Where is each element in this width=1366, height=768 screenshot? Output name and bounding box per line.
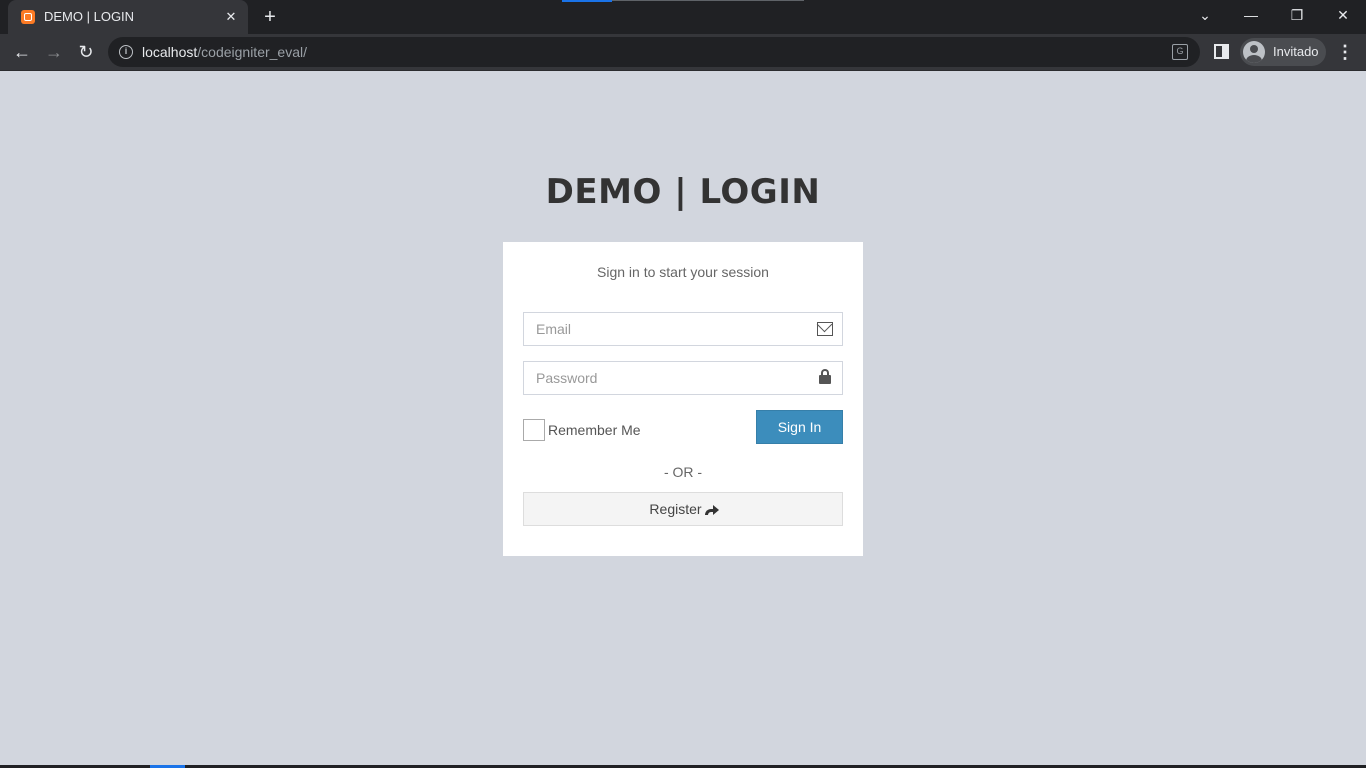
reload-icon[interactable]: ↻	[72, 38, 100, 66]
browser-menu-icon[interactable]: ⋮	[1336, 42, 1354, 62]
tab-search-button[interactable]: ⌄	[1182, 0, 1228, 30]
register-button[interactable]: Register	[523, 492, 843, 526]
browser-titlebar: DEMO | LOGIN ✕ + ⌄ — ❐ ✕	[0, 0, 1366, 34]
share-arrow-icon	[704, 504, 719, 515]
or-divider: - OR -	[663, 464, 703, 480]
address-bar[interactable]: i localhost/codeigniter_eval/ G	[108, 37, 1200, 67]
new-tab-button[interactable]: +	[258, 6, 282, 28]
xampp-favicon-icon	[21, 10, 35, 24]
email-input[interactable]	[524, 313, 842, 345]
page-title: DEMO | LOGIN	[545, 172, 821, 212]
profile-button[interactable]: Invitado	[1240, 38, 1326, 66]
browser-tab[interactable]: DEMO | LOGIN ✕	[8, 0, 248, 34]
tab-title: DEMO | LOGIN	[44, 9, 135, 24]
password-field	[523, 361, 843, 395]
minimize-button[interactable]: —	[1228, 0, 1274, 30]
register-label: Register	[649, 501, 702, 517]
tab-strip-divider	[612, 0, 804, 1]
forward-arrow-icon[interactable]: →	[40, 38, 68, 66]
profile-name: Invitado	[1273, 44, 1319, 59]
url-path: /codeigniter_eval/	[197, 44, 308, 60]
sign-in-button[interactable]: Sign In	[756, 410, 843, 444]
remember-me-label[interactable]: Remember Me	[548, 422, 641, 438]
url-text[interactable]: localhost/codeigniter_eval/	[142, 44, 307, 60]
browser-toolbar: ← → ↻ i localhost/codeigniter_eval/ G In…	[0, 34, 1366, 71]
remember-me-checkbox[interactable]	[523, 419, 545, 441]
password-input[interactable]	[524, 362, 842, 394]
login-box: Sign in to start your session Remember M…	[503, 242, 863, 556]
login-box-message: Sign in to start your session	[597, 264, 769, 280]
site-info-icon[interactable]: i	[119, 45, 133, 59]
lock-icon	[819, 369, 831, 384]
restore-button[interactable]: ❐	[1274, 0, 1320, 30]
close-window-button[interactable]: ✕	[1320, 0, 1366, 30]
envelope-icon	[817, 322, 833, 336]
translate-icon[interactable]: G	[1172, 44, 1188, 60]
side-panel-icon[interactable]	[1214, 44, 1229, 59]
tab-close-icon[interactable]: ✕	[222, 8, 240, 26]
email-field	[523, 312, 843, 346]
url-host: localhost	[142, 44, 198, 60]
back-arrow-icon[interactable]: ←	[8, 38, 36, 66]
guest-avatar-icon	[1243, 41, 1265, 63]
tab-strip-indicator	[562, 0, 612, 2]
